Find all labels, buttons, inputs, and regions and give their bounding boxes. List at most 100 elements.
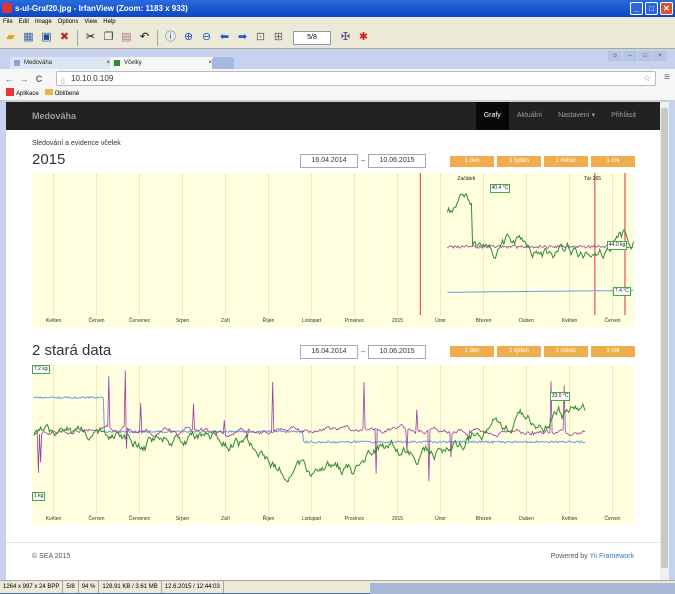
chart-1-date-to[interactable]: 10.06.2015 bbox=[368, 154, 426, 168]
menu-view[interactable]: View bbox=[84, 17, 97, 27]
page-icon: ▯ bbox=[61, 78, 65, 85]
chart-2-svg bbox=[33, 365, 613, 513]
bookmarks-bar: Aplikace Oblíbené bbox=[0, 88, 675, 101]
back-arrow-icon[interactable]: ← bbox=[3, 74, 15, 84]
chart-2-plot[interactable]: Květen Červen Červenec Srpen Září Říjen Listop… bbox=[32, 365, 634, 525]
chart-1-title: 2015 bbox=[32, 151, 66, 168]
forward-arrow-icon[interactable]: → bbox=[18, 74, 30, 84]
chart-annotation: 44.0 kg bbox=[606, 241, 628, 251]
zoom-out-icon[interactable]: ⊖ bbox=[199, 30, 214, 45]
status-zoom: 94 % bbox=[79, 581, 100, 593]
x-tick-label: Duben bbox=[519, 318, 534, 324]
last-page-icon[interactable]: ⊞ bbox=[271, 30, 286, 45]
exit-icon[interactable]: ✱ bbox=[356, 30, 371, 45]
chart-1-range-week-button[interactable]: 1 týden bbox=[497, 156, 541, 167]
zoom-in-icon[interactable]: ⊕ bbox=[181, 30, 196, 45]
x-tick-label: Duben bbox=[519, 516, 534, 522]
menu-edit[interactable]: Edit bbox=[19, 17, 29, 27]
next-arrow-icon[interactable]: ➡ bbox=[235, 30, 250, 45]
page-scrollbar[interactable] bbox=[660, 102, 669, 580]
paste-icon[interactable]: ▤ bbox=[119, 30, 134, 45]
tab-medovaha[interactable]: Medováha × bbox=[10, 57, 115, 69]
tab-label: Včelky bbox=[124, 60, 142, 66]
delete-icon[interactable]: ✖ bbox=[57, 30, 72, 45]
chart-1-plot[interactable]: Květen Červen Červenec Srpen Září Říjen Listop… bbox=[32, 173, 634, 327]
x-tick-label: Listopad bbox=[302, 516, 321, 522]
address-bar[interactable]: ▯ 10.10.0.109 ☆ bbox=[56, 71, 656, 86]
chart-2-range-year-button[interactable]: 1 rok bbox=[591, 346, 635, 357]
bookmark-star-icon[interactable]: ☆ bbox=[643, 72, 651, 85]
nav-prihlasit[interactable]: Přihlásit bbox=[603, 102, 644, 130]
bookmark-favorites[interactable]: Oblíbené bbox=[44, 88, 79, 100]
chart-1-date-from[interactable]: 16.04.2014 bbox=[300, 154, 358, 168]
chart-2-date-to[interactable]: 10.06.2015 bbox=[368, 345, 426, 359]
maximize-icon[interactable]: □ bbox=[638, 51, 652, 61]
x-tick-label: Únor bbox=[435, 516, 446, 522]
settings-tools-icon[interactable]: ✠ bbox=[338, 30, 353, 45]
site-brand[interactable]: Medováha bbox=[32, 102, 76, 130]
irfanview-window: s-ul-Graf20.jpg - IrfanView (Zoom: 1183 … bbox=[0, 0, 675, 594]
nav-nastaveni[interactable]: Nastavení ▾ bbox=[550, 102, 603, 130]
person-icon[interactable]: ☺ bbox=[608, 51, 622, 61]
humidity-series bbox=[33, 402, 586, 483]
x-tick-label: Říjen bbox=[262, 318, 275, 324]
chart-annotation: 1 kg bbox=[32, 492, 46, 502]
minimize-icon[interactable]: – bbox=[623, 51, 637, 61]
chart-1-range-month-button[interactable]: 1 měsíc bbox=[544, 156, 588, 167]
x-tick-label: Červen bbox=[88, 318, 105, 324]
menu-help[interactable]: Help bbox=[103, 17, 115, 27]
taskbar-ghost bbox=[370, 583, 675, 594]
menu-bar: File Edit Image Options View Help bbox=[0, 17, 675, 27]
weight-series bbox=[33, 370, 586, 482]
x-tick-label: Červen bbox=[604, 318, 621, 324]
save-icon[interactable]: ▣ bbox=[39, 30, 54, 45]
chart-annotation: Začátek bbox=[457, 175, 476, 182]
chart-2-range-week-button[interactable]: 1 týden bbox=[497, 346, 541, 357]
web-page: Medováha Grafy Aktuální Nastavení ▾ Přih… bbox=[6, 102, 660, 580]
window-buttons: _ □ ✕ bbox=[630, 2, 673, 15]
maximize-icon[interactable]: □ bbox=[645, 2, 658, 15]
x-tick-label: Březen bbox=[475, 516, 492, 522]
chart-2-range-day-button[interactable]: 1 den bbox=[450, 346, 494, 357]
browser-tab-strip: Medováha × Včelky × ☺ – □ × bbox=[0, 49, 675, 69]
menu-image[interactable]: Image bbox=[35, 17, 52, 27]
x-tick-label: Září bbox=[221, 516, 230, 522]
status-filesize: 128.91 KB / 3.61 MB bbox=[99, 581, 162, 593]
page-counter[interactable]: 5/8 bbox=[293, 30, 331, 45]
scrollbar-thumb[interactable] bbox=[661, 108, 668, 568]
nav-grafy[interactable]: Grafy bbox=[475, 102, 509, 130]
slideshow-icon[interactable]: ▦ bbox=[21, 30, 36, 45]
bookmark-apps[interactable]: Aplikace bbox=[6, 88, 39, 100]
x-tick-label: Srpen bbox=[175, 318, 190, 324]
close-icon[interactable]: ✕ bbox=[660, 2, 673, 15]
hamburger-menu-icon[interactable]: ≡ bbox=[664, 72, 670, 83]
undo-icon[interactable]: ↶ bbox=[137, 30, 152, 45]
chart-2-date-from[interactable]: 16.04.2014 bbox=[300, 345, 358, 359]
menu-file[interactable]: File bbox=[3, 17, 13, 27]
chart-2-range-month-button[interactable]: 1 měsíc bbox=[544, 346, 588, 357]
chart-1-range-day-button[interactable]: 1 den bbox=[450, 156, 494, 167]
footer-powered-by: Powered by Yii Framework bbox=[550, 553, 634, 560]
copy-icon[interactable]: ❐ bbox=[101, 30, 116, 45]
irfanview-titlebar: s-ul-Graf20.jpg - IrfanView (Zoom: 1183 … bbox=[0, 0, 675, 17]
previous-arrow-icon[interactable]: ⬅ bbox=[217, 30, 232, 45]
new-tab-button[interactable] bbox=[212, 57, 234, 69]
tab-vcelky[interactable]: Včelky × bbox=[110, 57, 217, 69]
nav-aktualni[interactable]: Aktuální bbox=[509, 102, 550, 130]
image-canvas: Medováha × Včelky × ☺ – □ × ← → C ▯ 10.1… bbox=[0, 49, 675, 580]
first-page-icon[interactable]: ⊡ bbox=[253, 30, 268, 45]
close-icon[interactable]: × bbox=[653, 51, 667, 61]
yii-framework-link[interactable]: Yii Framework bbox=[590, 553, 634, 560]
reload-icon[interactable]: C bbox=[33, 74, 45, 84]
x-tick-label: Prosinec bbox=[344, 516, 365, 522]
footer-copyright: © SEA 2015 bbox=[32, 553, 71, 560]
x-tick-label: Květen bbox=[561, 516, 578, 522]
x-tick-label: Srpen bbox=[175, 516, 190, 522]
open-folder-icon[interactable]: ▰ bbox=[3, 30, 18, 45]
chart-1-range-year-button[interactable]: 1 rok bbox=[591, 156, 635, 167]
menu-options[interactable]: Options bbox=[58, 17, 79, 27]
minimize-icon[interactable]: _ bbox=[630, 2, 643, 15]
info-icon[interactable]: ⓘ bbox=[163, 30, 178, 45]
cut-icon[interactable]: ✂ bbox=[83, 30, 98, 45]
tab-label: Medováha bbox=[24, 60, 53, 66]
